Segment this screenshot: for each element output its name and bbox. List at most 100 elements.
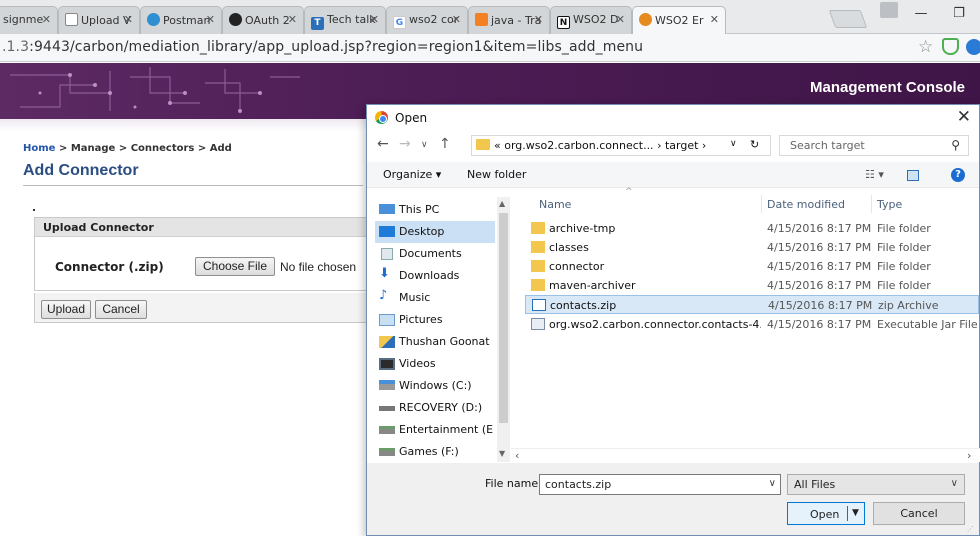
scroll-up-icon[interactable]: ▲ xyxy=(499,199,505,208)
choose-file-button[interactable]: Choose File xyxy=(195,257,275,276)
file-row[interactable]: archive-tmp 4/15/2016 8:17 PM File folde… xyxy=(525,219,979,238)
chevron-down-icon[interactable]: ∨ xyxy=(951,478,958,489)
dialog-cancel-button[interactable]: Cancel xyxy=(873,502,965,525)
file-row-selected[interactable]: contacts.zip 4/15/2016 8:17 PM zip Archi… xyxy=(525,295,979,314)
chevron-down-icon[interactable]: ∨ xyxy=(769,478,776,489)
breadcrumb-home[interactable]: Home xyxy=(23,143,55,154)
open-options-dropdown-icon[interactable]: ▼ xyxy=(847,506,863,521)
bookmark-star-icon[interactable]: ☆ xyxy=(918,37,933,57)
column-date-modified[interactable]: Date modified xyxy=(767,198,845,211)
scrollbar-thumb[interactable] xyxy=(499,213,508,423)
path-breadcrumb[interactable]: « org.wso2.carbon.connect... › target › … xyxy=(471,135,771,156)
preview-pane-icon[interactable] xyxy=(907,170,919,181)
up-arrow-icon[interactable]: ↑ xyxy=(439,136,451,152)
path-dropdown-icon[interactable]: ∨ xyxy=(730,139,737,149)
dialog-titlebar[interactable]: Open ✕ xyxy=(367,105,979,130)
upload-button[interactable]: Upload xyxy=(41,300,91,319)
browser-tab[interactable]: signme ✕ xyxy=(0,6,58,34)
nav-item-games-f[interactable]: Games (F:) xyxy=(375,441,495,463)
extension-shield-icon[interactable] xyxy=(942,38,959,55)
column-divider[interactable] xyxy=(871,195,872,213)
file-row[interactable]: maven-archiver 4/15/2016 8:17 PM File fo… xyxy=(525,276,979,295)
close-icon[interactable]: ✕ xyxy=(42,13,51,26)
close-icon[interactable]: ✕ xyxy=(616,13,625,26)
browser-tab[interactable]: java - Tra ✕ xyxy=(468,6,550,34)
close-icon[interactable]: ✕ xyxy=(206,13,215,26)
nav-item-music[interactable]: ♪ Music xyxy=(375,287,495,309)
nav-item-pictures[interactable]: Pictures xyxy=(375,309,495,331)
path-prefix: « xyxy=(494,139,501,152)
forward-arrow-icon[interactable]: → xyxy=(399,136,411,152)
browser-tab[interactable]: Gwso2 cor ✕ xyxy=(386,6,468,34)
nav-item-label: Pictures xyxy=(399,313,443,326)
browser-tab[interactable]: Upload V ✕ xyxy=(58,6,140,34)
breadcrumb-manage[interactable]: Manage xyxy=(71,143,116,154)
column-name[interactable]: Name xyxy=(539,198,571,211)
nav-item-videos[interactable]: Videos xyxy=(375,353,495,375)
path-segment[interactable]: org.wso2.carbon.connect... xyxy=(504,139,653,152)
organize-menu[interactable]: Organize ▾ xyxy=(383,168,441,181)
nav-item-label: This PC xyxy=(399,203,440,216)
breadcrumb-connectors[interactable]: Connectors xyxy=(131,143,195,154)
profile-icon[interactable] xyxy=(880,2,898,18)
column-type[interactable]: Type xyxy=(877,198,902,211)
file-row[interactable]: classes 4/15/2016 8:17 PM File folder xyxy=(525,238,979,257)
scroll-right-icon[interactable]: › xyxy=(967,449,971,462)
search-input[interactable]: Search target ⚲ xyxy=(779,135,969,156)
nav-item-this-pc[interactable]: This PC xyxy=(375,199,495,221)
recent-chevron-icon[interactable]: ∨ xyxy=(421,140,428,150)
cancel-button[interactable]: Cancel xyxy=(95,300,147,319)
restore-icon[interactable]: ❐ xyxy=(948,6,970,24)
downloads-icon: ⬇ xyxy=(379,266,390,281)
browser-tab-active[interactable]: WSO2 Er ✕ xyxy=(632,6,726,34)
file-row[interactable]: connector 4/15/2016 8:17 PM File folder xyxy=(525,257,979,276)
help-icon[interactable]: ? xyxy=(951,168,965,182)
close-icon[interactable]: ✕ xyxy=(370,13,379,26)
close-icon[interactable]: ✕ xyxy=(710,13,719,26)
back-arrow-icon[interactable]: ← xyxy=(377,136,389,152)
nav-item-label: RECOVERY (D:) xyxy=(399,401,483,414)
view-options-icon[interactable]: ☷ ▾ xyxy=(865,168,884,181)
open-button[interactable]: Open ▼ xyxy=(787,502,865,525)
nav-item-windows-c[interactable]: Windows (C:) xyxy=(375,375,495,397)
close-icon[interactable]: ✕ xyxy=(124,13,133,26)
nav-item-label: Entertainment (E xyxy=(399,423,494,436)
console-title: Management Console xyxy=(810,79,966,96)
file-row[interactable]: org.wso2.carbon.connector.contacts-4.4..… xyxy=(525,315,979,334)
refresh-icon[interactable]: ↻ xyxy=(750,138,759,151)
extension-globe-icon[interactable] xyxy=(966,39,980,55)
column-divider[interactable] xyxy=(761,195,762,213)
url-text[interactable]: .1.3:9443/carbon/mediation_library/app_u… xyxy=(2,39,643,55)
nav-item-documents[interactable]: Documents xyxy=(375,243,495,265)
file-type-select[interactable]: All Files ∨ xyxy=(787,474,965,495)
close-icon[interactable]: ✕ xyxy=(288,13,297,26)
folder-icon xyxy=(531,222,545,234)
address-bar[interactable]: .1.3:9443/carbon/mediation_library/app_u… xyxy=(0,34,980,62)
browser-tab[interactable]: T Tech talk ✕ xyxy=(304,6,386,34)
file-name-input[interactable]: contacts.zip ∨ xyxy=(539,474,781,495)
scroll-left-icon[interactable]: ‹ xyxy=(515,449,519,462)
new-tab-button[interactable] xyxy=(828,10,868,28)
nav-item-entertainment-e[interactable]: Entertainment (E xyxy=(375,419,495,441)
nav-item-downloads[interactable]: ⬇ Downloads xyxy=(375,265,495,287)
browser-tab[interactable]: OAuth 2 ✕ xyxy=(222,6,304,34)
path-segment[interactable]: target xyxy=(665,139,698,152)
new-folder-button[interactable]: New folder xyxy=(467,168,526,181)
scroll-down-icon[interactable]: ▼ xyxy=(499,449,505,458)
close-icon[interactable]: ✕ xyxy=(452,13,461,26)
nav-item-desktop[interactable]: Desktop xyxy=(375,221,495,243)
browser-tab[interactable]: Postman ✕ xyxy=(140,6,222,34)
nav-item-recovery-d[interactable]: RECOVERY (D:) xyxy=(375,397,495,419)
resize-grip-icon[interactable]: ⋰ xyxy=(967,525,974,533)
browser-tab[interactable]: N WSO2 D ✕ xyxy=(550,6,632,34)
nav-item-user[interactable]: Thushan Goonat xyxy=(375,331,495,353)
close-icon[interactable]: ✕ xyxy=(534,13,543,26)
close-icon[interactable]: ✕ xyxy=(957,107,971,127)
file-date: 4/15/2016 8:17 PM xyxy=(767,241,872,254)
nav-pane-scrollbar[interactable]: ▲ ▼ xyxy=(497,197,510,462)
nav-item-label: Windows (C:) xyxy=(399,379,472,392)
file-name: connector xyxy=(549,260,605,273)
minimize-icon[interactable]: — xyxy=(910,6,932,24)
nav-item-label: Videos xyxy=(399,357,436,370)
horizontal-scrollbar[interactable]: ‹ › xyxy=(511,448,980,462)
